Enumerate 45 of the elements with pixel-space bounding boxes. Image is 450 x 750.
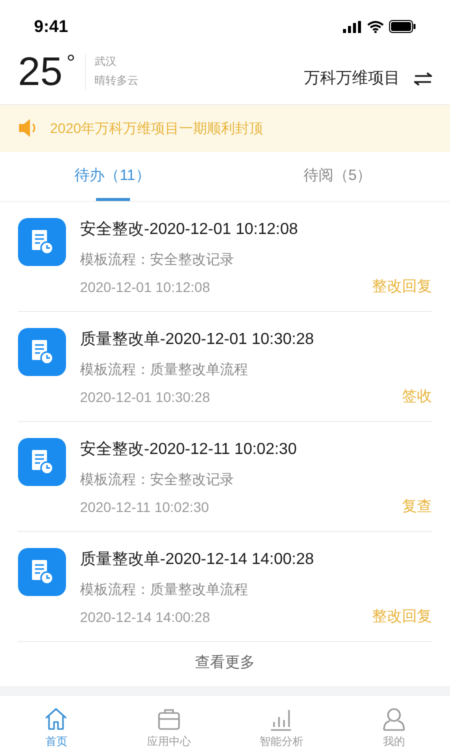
tab[interactable]: 待办（11） [0, 152, 225, 201]
project-name: 万科万维项目 [304, 68, 400, 89]
task-title: 质量整改单-2020-12-14 14:00:28 [80, 550, 315, 570]
task-item[interactable]: 质量整改单-2020-12-01 10:30:28 模板流程：质量整改单流程 2020-12-01 10:30:28 签收 [18, 312, 432, 422]
nav-tab[interactable]: 应用中心 [112, 696, 225, 750]
task-action[interactable]: 整改回复 [372, 606, 432, 627]
document-clock-icon [18, 328, 66, 376]
temperature: 25 [18, 52, 62, 92]
tab-indicator [96, 198, 130, 201]
task-item[interactable]: 质量整改单-2020-12-14 14:00:28 模板流程：质量整改单流程 2020-12-14 14:00:28 整改回复 [18, 532, 432, 642]
task-time: 2020-12-11 10:02:30 [80, 498, 209, 517]
tab[interactable]: 待阅（5） [225, 152, 450, 201]
task-time: 2020-12-14 14:00:28 [80, 608, 210, 627]
task-flow: 模板流程：质量整改单流程 [80, 360, 249, 379]
document-clock-icon [18, 218, 66, 266]
task-time: 2020-12-01 10:12:08 [80, 278, 210, 297]
weather-condition: 晴转多云 [94, 74, 138, 90]
task-action[interactable]: 整改回复 [372, 276, 432, 297]
document-clock-icon [18, 438, 66, 486]
city-label: 武汉 [94, 54, 118, 70]
task-action[interactable]: 签收 [402, 386, 432, 407]
person-icon [380, 706, 407, 732]
notice-text: 2020年万科万维项目一期顺利封顶 [50, 118, 264, 138]
nav-tab[interactable]: 我的 [338, 696, 450, 750]
view-more-link[interactable]: 查看更多 [195, 652, 255, 675]
battery-icon [389, 20, 416, 34]
task-title: 安全整改-2020-12-11 10:02:30 [80, 440, 298, 460]
document-clock-icon [18, 548, 66, 596]
signal-icon [343, 20, 362, 33]
task-action[interactable]: 复查 [402, 496, 432, 517]
nav-tab[interactable]: 首页 [0, 696, 112, 750]
wifi-icon [367, 20, 384, 33]
task-title: 质量整改单-2020-12-01 10:30:28 [80, 330, 315, 350]
nav-tab[interactable]: 智能分析 [225, 696, 338, 750]
task-time: 2020-12-01 10:30:28 [80, 388, 210, 407]
task-title: 安全整改-2020-12-01 10:12:08 [80, 220, 299, 240]
task-flow: 模板流程：安全整改记录 [80, 470, 235, 489]
home-icon [43, 706, 70, 732]
degree-sign: ° [66, 52, 76, 74]
task-flow: 模板流程：安全整改记录 [80, 250, 235, 269]
task-item[interactable]: 安全整改-2020-12-01 10:12:08 模板流程：安全整改记录 2020-12-01 10:12:08 整改回复 [18, 202, 432, 312]
task-flow: 模板流程：质量整改单流程 [80, 580, 249, 599]
swap-icon[interactable] [414, 72, 432, 86]
task-item[interactable]: 安全整改-2020-12-11 10:02:30 模板流程：安全整改记录 2020-12-11 10:02:30 复查 [18, 422, 432, 532]
status-time: 9:41 [34, 16, 68, 38]
